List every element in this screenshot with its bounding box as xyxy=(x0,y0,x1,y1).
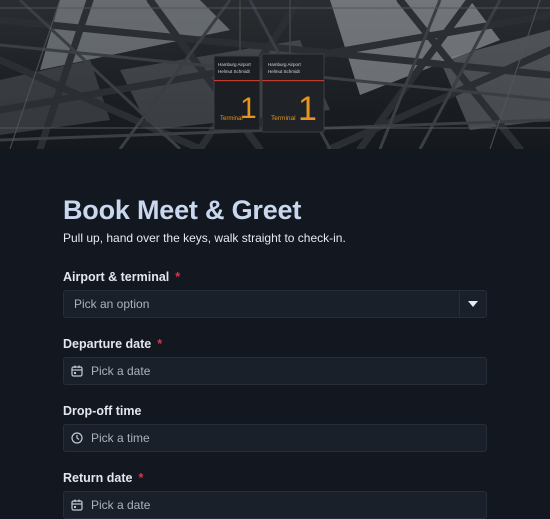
airport-terminal-field: Airport & terminal * Pick an option xyxy=(63,269,487,318)
sign-right-line1: Hamburg Airport xyxy=(268,62,302,67)
airport-terminal-placeholder: Pick an option xyxy=(74,297,150,311)
terminal-sign-right: Hamburg Airport Helmut Schmidt Terminal … xyxy=(261,53,325,133)
chevron-down-icon xyxy=(468,301,478,307)
sign-right-terminal-number: 1 xyxy=(298,90,317,128)
terminal-sign-left: Hamburg Airport Helmut Schmidt Terminal … xyxy=(213,55,261,131)
return-date-field: Return date * Pick a date xyxy=(63,470,487,519)
sign-right-terminal-label: Terminal xyxy=(271,115,296,122)
departure-date-input[interactable]: Pick a date xyxy=(63,357,487,385)
departure-date-placeholder: Pick a date xyxy=(91,364,151,378)
required-asterisk: * xyxy=(157,337,163,351)
return-date-label: Return date xyxy=(63,471,133,485)
required-asterisk: * xyxy=(138,471,144,485)
departure-date-field: Departure date * Pick a date xyxy=(63,336,487,385)
dropdown-toggle[interactable] xyxy=(459,291,486,317)
page-title: Book Meet & Greet xyxy=(63,195,302,225)
airport-terminal-select[interactable]: Pick an option xyxy=(63,290,487,318)
drop-off-time-label: Drop-off time xyxy=(63,404,142,418)
sign-left-terminal-number: 1 xyxy=(240,92,257,125)
airport-terminal-label: Airport & terminal xyxy=(63,270,170,284)
clock-icon xyxy=(71,432,83,444)
required-asterisk: * xyxy=(175,270,181,284)
drop-off-time-field: Drop-off time Pick a time xyxy=(63,403,487,452)
drop-off-time-input[interactable]: Pick a time xyxy=(63,424,487,452)
page-subtitle: Pull up, hand over the keys, walk straig… xyxy=(63,231,346,245)
departure-date-label: Departure date xyxy=(63,337,152,351)
sign-right-line2: Helmut Schmidt xyxy=(268,69,301,74)
calendar-icon xyxy=(71,365,83,377)
sign-left-line1: Hamburg Airport xyxy=(218,62,252,67)
sign-left-line2: Helmut Schmidt xyxy=(218,69,251,74)
drop-off-time-placeholder: Pick a time xyxy=(91,431,150,445)
hero-photo: Hamburg Airport Helmut Schmidt Terminal … xyxy=(0,0,550,149)
calendar-icon xyxy=(71,499,83,511)
terminal-roof-image: Hamburg Airport Helmut Schmidt Terminal … xyxy=(0,0,550,149)
return-date-input[interactable]: Pick a date xyxy=(63,491,487,519)
return-date-placeholder: Pick a date xyxy=(91,498,151,512)
